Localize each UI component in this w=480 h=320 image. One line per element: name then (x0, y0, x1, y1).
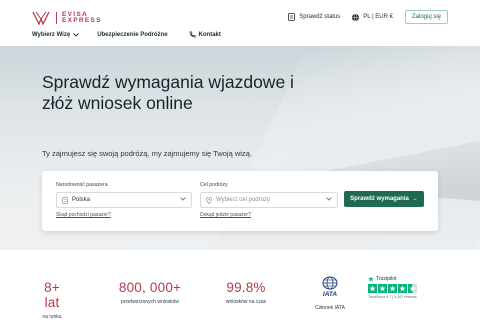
nav-item-label: Ubezpieczenie Podróżne (97, 31, 168, 38)
trustpilot-widget[interactable]: Trustpilot TrustScore 4.7 | 5,367 review… (368, 276, 424, 299)
header-actions: Sprawdź status PL | EUR € Zaloguj się (288, 10, 448, 24)
login-button[interactable]: Zaloguj się (404, 10, 448, 24)
iata-badge: IATA Członek IATA (308, 276, 352, 311)
site-header: EVISA EXPRESS Sprawdź status PL | EUR € … (0, 0, 480, 48)
nationality-select[interactable]: Polska (56, 192, 192, 208)
stat-applications: 800, 000+ przetworzonych wniosków (112, 280, 188, 305)
phone-icon (189, 31, 196, 38)
star-icon (368, 276, 374, 282)
trustpilot-stars (368, 284, 424, 293)
nationality-label: Narodowość pasażera (56, 182, 108, 188)
main-nav: Wybierz Wizę Ubezpieczenie Podróżne Kont… (32, 31, 239, 38)
stat-on-time: 99.8% wniosków na czas (216, 280, 276, 305)
destination-select[interactable]: Wybierz cel podróży (200, 192, 338, 208)
nav-item-contact[interactable]: Kontakt (186, 31, 221, 38)
chevron-down-icon (326, 197, 332, 201)
nationality-value: Polska (72, 197, 91, 203)
hero-subtitle: Ty zajmujesz się swoją podróżą, my zajmu… (42, 149, 252, 158)
check-requirements-label: Sprawdź wymagania (350, 196, 409, 202)
visa-search-card: Narodowość pasażera Polska Skąd pochodzi… (42, 171, 438, 231)
logo-wordmark: EVISA EXPRESS (56, 11, 102, 24)
star-half-icon (408, 284, 417, 293)
globe-icon (352, 13, 360, 21)
chevron-down-icon (180, 197, 186, 201)
iata-logo-text: IATA (323, 291, 338, 298)
destination-placeholder: Wybierz cel podróży (216, 197, 270, 203)
chevron-down-icon (73, 32, 80, 37)
stat-label: przetworzonych wniosków (120, 299, 180, 305)
iata-label: Członek IATA (315, 305, 345, 311)
hero-title: Sprawdź wymagania wjazdowe i złóż wniose… (42, 72, 294, 113)
document-icon (62, 196, 68, 204)
trustpilot-brand: Trustpilot (376, 276, 397, 282)
nav-item-label: Kontakt (198, 31, 221, 38)
star-icon (368, 284, 377, 293)
stat-value: 8+ lat (44, 280, 60, 310)
trustpilot-header: Trustpilot (368, 276, 424, 282)
iata-logo: IATA (322, 276, 338, 298)
logo-mark-icon (32, 11, 50, 25)
nationality-helper-link[interactable]: Skąd pochodzi pasażer? (56, 212, 111, 218)
stat-label: na rynku (42, 314, 62, 320)
check-status-label: Sprawdź status (299, 14, 341, 20)
brand-logo[interactable]: EVISA EXPRESS (32, 11, 102, 25)
document-icon (288, 13, 296, 21)
star-icon (388, 284, 397, 293)
check-status-link[interactable]: Sprawdź status (288, 13, 340, 21)
stat-value: 800, 000+ (118, 280, 182, 295)
check-requirements-button[interactable]: Sprawdź wymagania → (344, 191, 424, 207)
nav-item-label: Wybierz Wizę (32, 31, 71, 38)
arrow-right-icon: → (411, 196, 418, 202)
destination-helper-link[interactable]: Dokąd jedzie pasażer? (200, 212, 251, 218)
stat-years: 8+ lat na rynku (36, 280, 68, 320)
map-pin-icon (206, 196, 212, 204)
stats-section: 8+ lat na rynku 800, 000+ przetworzonych… (0, 250, 480, 320)
nav-item-choose-visa[interactable]: Wybierz Wizę (32, 31, 80, 38)
locale-selector[interactable]: PL | EUR € (352, 13, 393, 21)
locale-label: PL | EUR € (363, 14, 393, 20)
destination-label: Cel podróży (200, 182, 228, 188)
stat-label: wniosków na czas (225, 299, 267, 305)
star-icon (398, 284, 407, 293)
star-icon (378, 284, 387, 293)
stat-value: 99.8% (226, 280, 266, 295)
nav-item-travel-insurance[interactable]: Ubezpieczenie Podróżne (97, 31, 167, 38)
logo-line-2: EXPRESS (62, 17, 102, 24)
trustpilot-score: TrustScore 4.7 | 5,367 reviews (368, 295, 417, 299)
